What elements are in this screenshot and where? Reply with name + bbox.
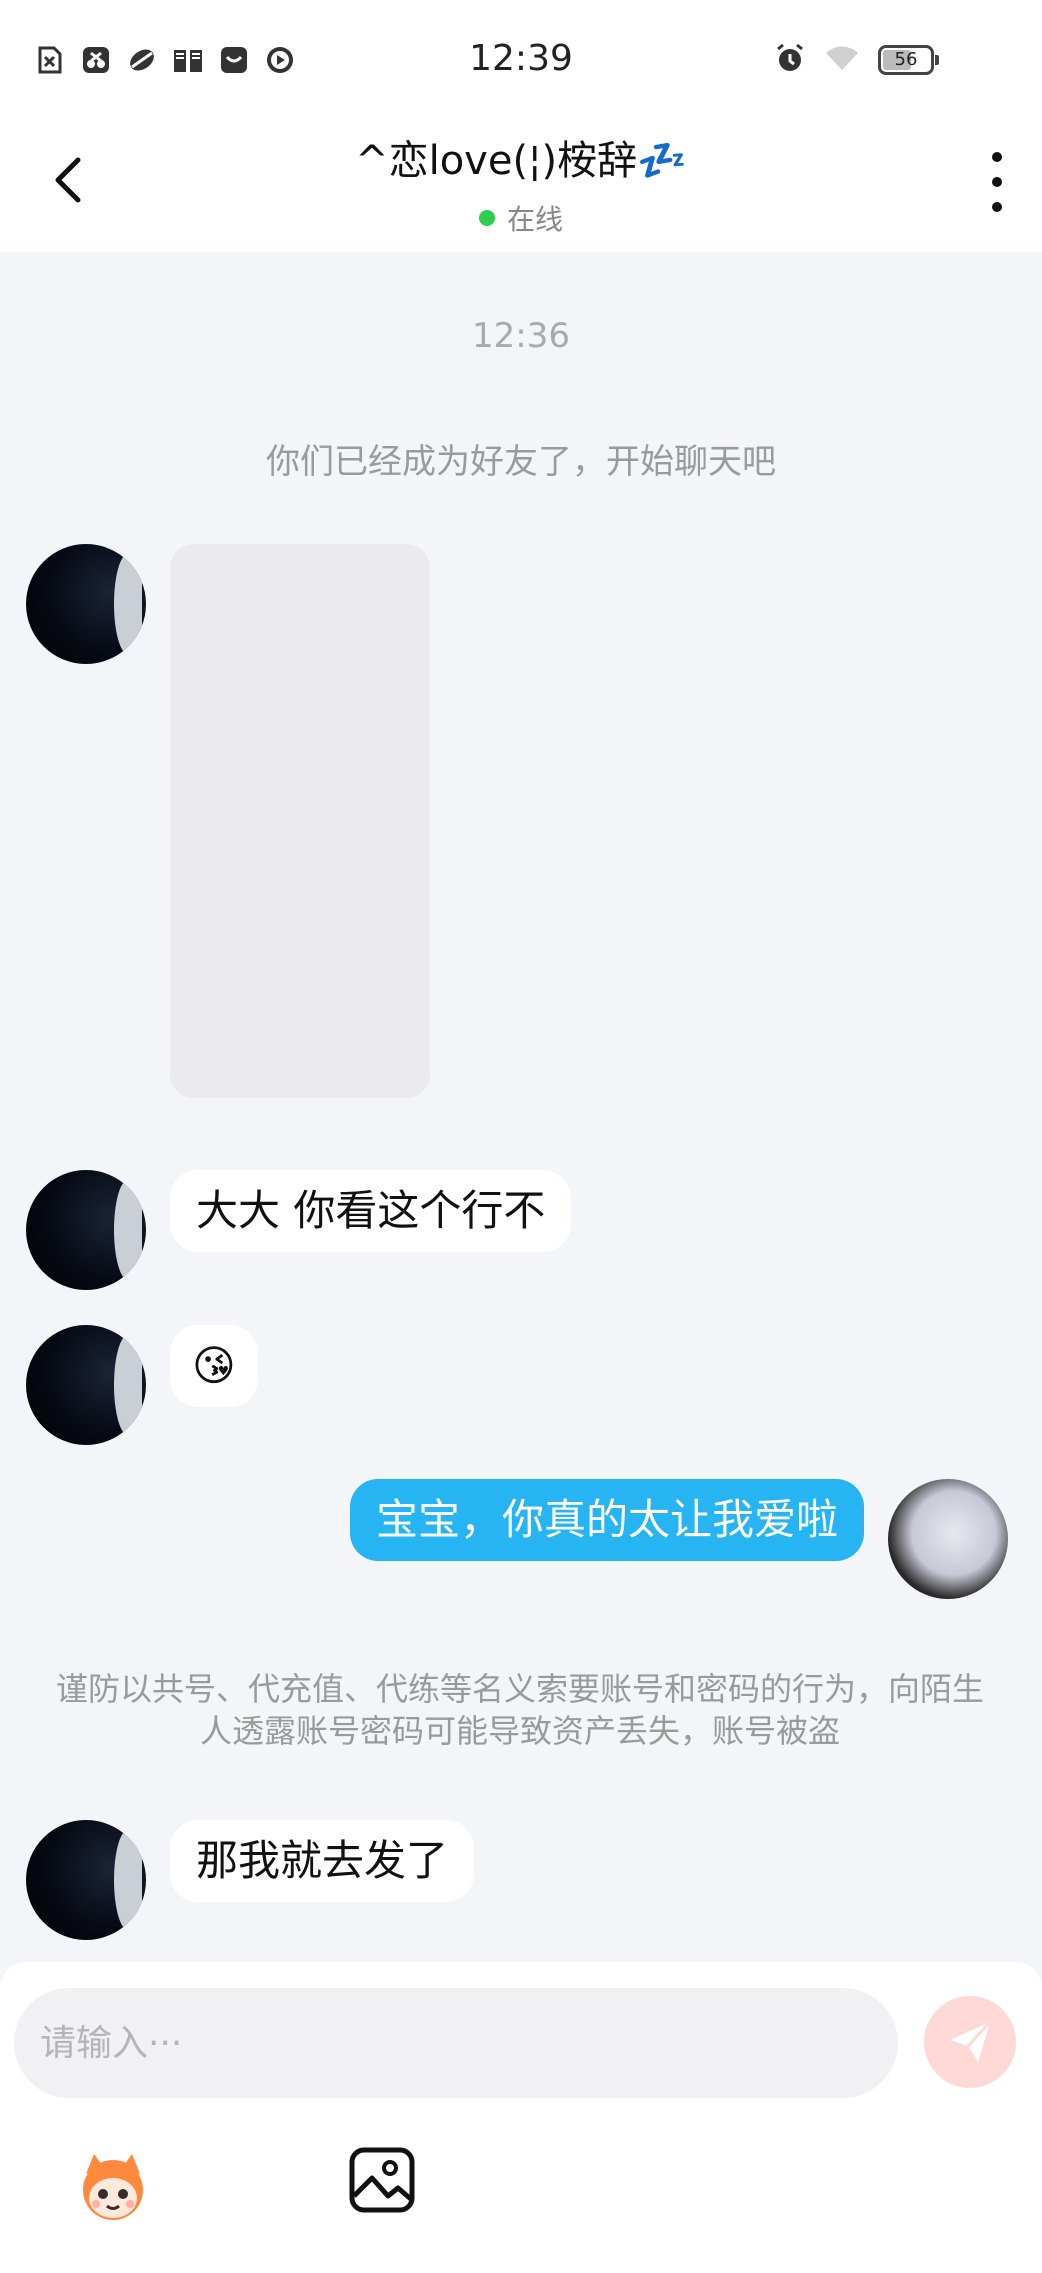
status-bar: 12:39 56 [0,0,1042,120]
chat-title: ^恋love(¦)桉辞💤 [355,138,687,184]
more-dot [992,177,1002,187]
more-dot [992,152,1002,162]
battery-indicator: 56 [878,45,939,75]
message-input[interactable] [14,1988,898,2098]
more-options-button[interactable] [982,152,1012,212]
online-dot-icon [478,210,495,226]
battery-level: 56 [894,49,918,70]
wifi-icon [824,43,860,77]
image-picker-button[interactable] [348,2146,416,2214]
alarm-icon [774,42,806,78]
my-avatar[interactable] [888,1479,1008,1599]
contact-avatar[interactable] [26,544,146,664]
contact-avatar[interactable] [26,1820,146,1940]
send-icon [950,2020,992,2062]
online-status: 在线 [0,198,1042,238]
composer [0,1962,1042,2273]
image-message[interactable] [170,544,430,1098]
message-bubble-outgoing[interactable]: 宝宝，你真的太让我爱啦 [349,1479,864,1561]
sticker-button[interactable] [70,2144,156,2230]
chat-header: ^恋love(¦)桉辞💤 在线 [0,120,1042,252]
image-icon [349,2147,415,2213]
contact-avatar[interactable] [26,1170,146,1290]
message-bubble-incoming[interactable]: 那我就去发了 [170,1820,475,1902]
message-timestamp: 12:36 [472,316,570,356]
more-dot [992,202,1002,212]
mascot-icon [83,2154,143,2220]
security-warning: 谨防以共号、代充值、代练等名义索要账号和密码的行为，向陌生人透露账号密码可能导致… [55,1670,984,1750]
message-bubble-incoming[interactable]: 大大 你看这个行不 [170,1170,572,1252]
system-icons: 56 [774,42,939,78]
online-status-label: 在线 [506,203,563,236]
contact-avatar[interactable] [26,1325,146,1445]
send-button[interactable] [924,1996,1016,2088]
system-message: 你们已经成为好友了，开始聊天吧 [266,442,776,482]
emoji-message[interactable]: 😘 [170,1325,258,1407]
